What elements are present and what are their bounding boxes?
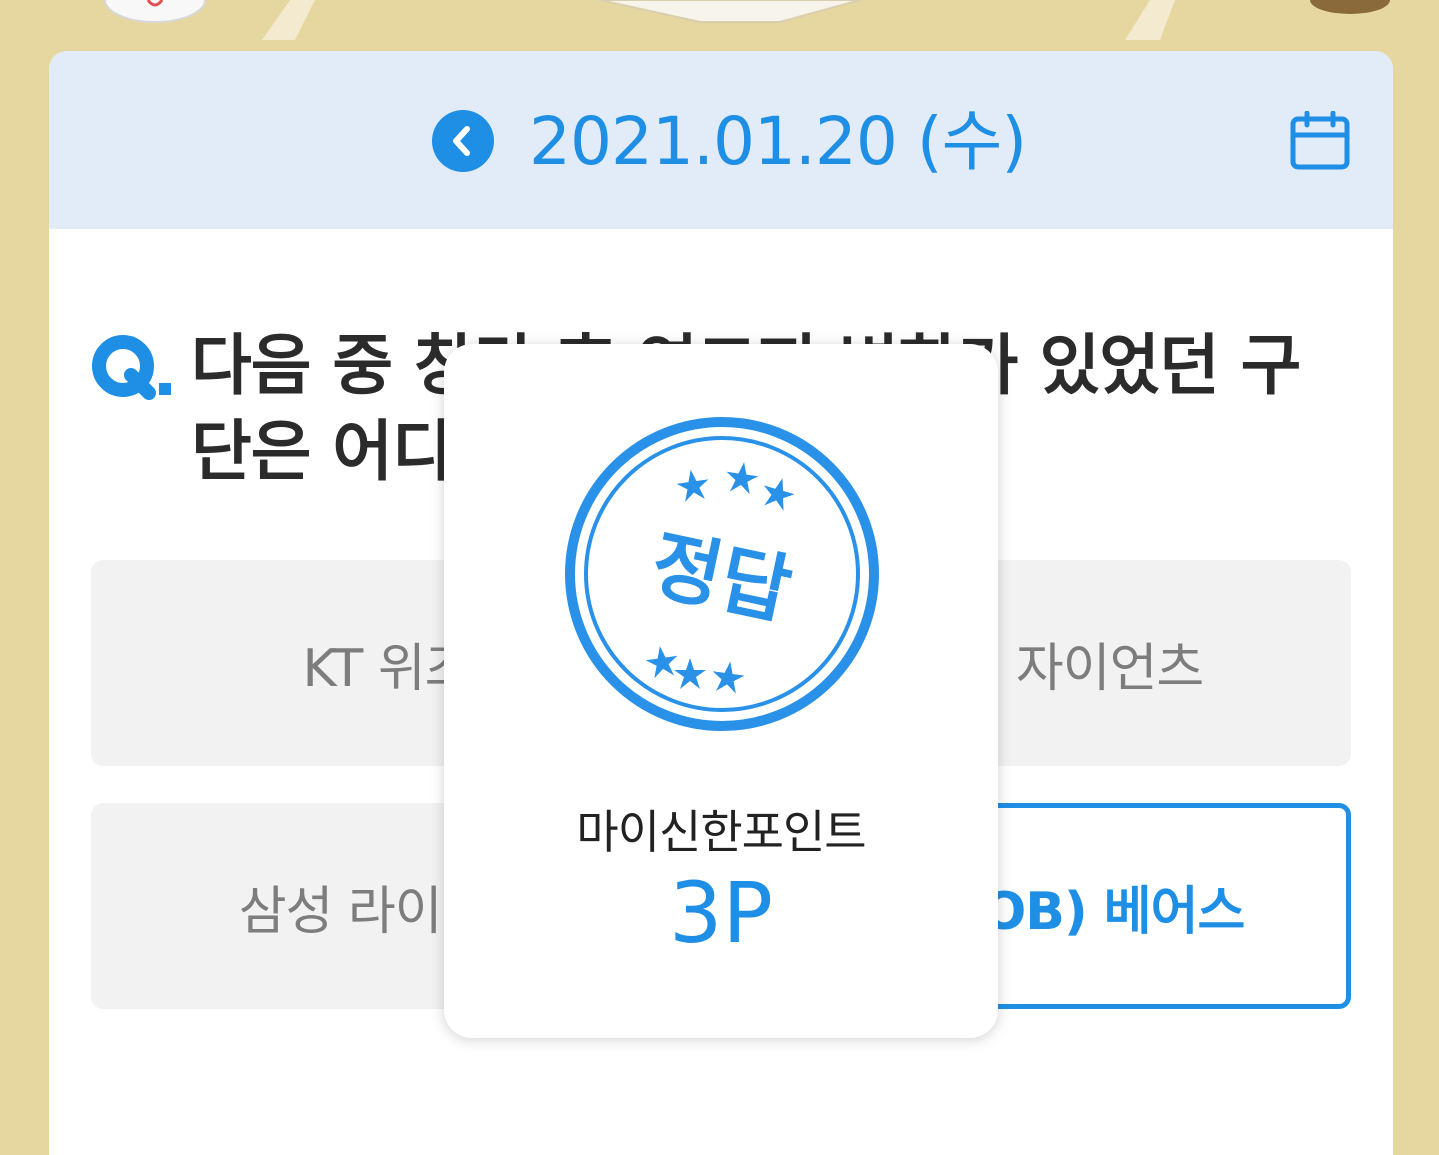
prev-day-button[interactable] (432, 110, 494, 172)
q-mark-icon (92, 335, 171, 400)
decorative-background (0, 0, 1439, 52)
calendar-button[interactable] (1289, 110, 1351, 173)
calendar-icon (1290, 110, 1350, 170)
stamp-text: 정답 (644, 519, 799, 635)
chevron-left-icon (453, 126, 470, 156)
reward-points: 3P (668, 864, 774, 962)
correct-stamp-icon: 정답 (565, 417, 879, 731)
reward-label: 마이신한포인트 (576, 805, 866, 859)
date-bar: 2021.01.20 (수) (49, 51, 1393, 229)
current-date: 2021.01.20 (수) (529, 103, 1027, 180)
result-popup[interactable]: 정답 마이신한포인트 3P (444, 344, 998, 1038)
